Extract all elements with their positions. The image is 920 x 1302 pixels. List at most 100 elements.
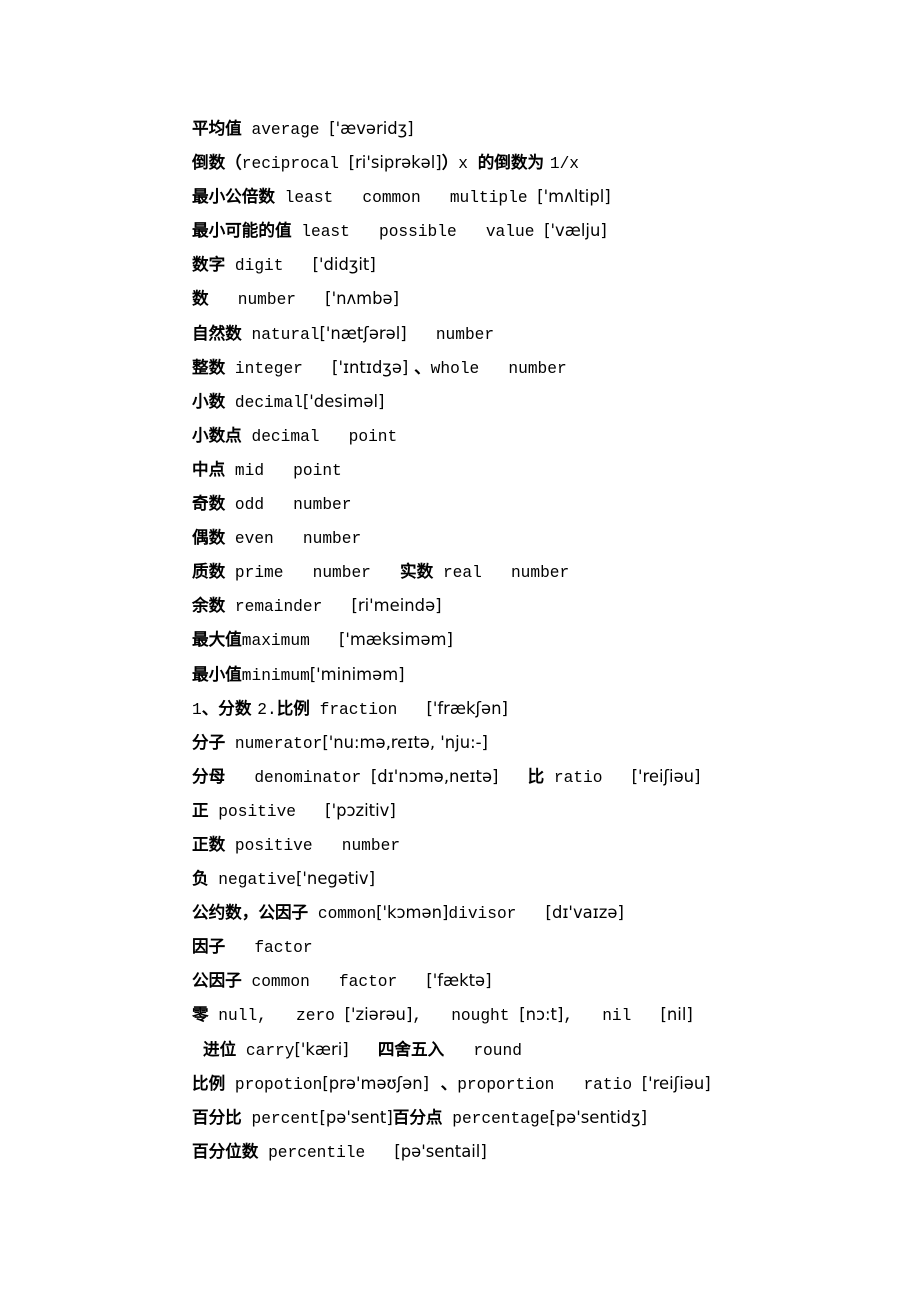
term-english: common xyxy=(308,905,377,924)
term-english: number xyxy=(208,291,326,310)
term-chinese: 数 xyxy=(192,289,209,309)
term-english: remainder xyxy=(225,598,352,617)
term-chinese: 正数 xyxy=(192,834,226,854)
term-english: reciprocal xyxy=(241,155,349,174)
phonetic-transcription: ['ɪntɪdʒə] xyxy=(332,357,409,377)
glossary-entry-integer: 整数 integer ['ɪntɪdʒə] 、whole number xyxy=(192,351,892,385)
term-english: even number xyxy=(225,530,362,549)
term-english: 1 xyxy=(192,700,202,719)
term-english: divisor xyxy=(448,905,546,924)
glossary-entry-prime-real-number: 质数 prime number 实数 real number xyxy=(192,555,892,589)
term-english: integer xyxy=(225,359,333,378)
glossary-entry-zero: 零 null, zero ['ziərəu], nought [nɔ:t], n… xyxy=(192,998,892,1032)
term-chinese: ） xyxy=(441,153,459,173)
term-english: percentile xyxy=(258,1143,395,1162)
glossary-entry-fraction: 1、分数 2.比例 fraction ['frækʃən] xyxy=(192,692,892,726)
term-english: least possible value xyxy=(291,223,545,242)
glossary-entry-denominator-ratio: 分母 denominator [dɪ'nɔmə‚neɪtə] 比 ratio [… xyxy=(192,760,892,794)
glossary-entry-least-common-multiple: 最小公倍数 least common multiple ['mʌltipl] xyxy=(192,180,892,214)
term-english: 2. xyxy=(257,700,277,719)
phonetic-transcription: ['desiməl] xyxy=(302,391,385,411)
phonetic-transcription: [nil] xyxy=(660,1005,693,1025)
term-chinese: 偶数 xyxy=(192,528,226,548)
glossary-entry-odd-number: 奇数 odd number xyxy=(192,487,892,521)
glossary-entry-maximum: 最大值maximum ['mæksiməm] xyxy=(192,623,892,657)
term-english: digit xyxy=(225,257,313,276)
term-chinese: 余数 xyxy=(192,596,226,616)
glossary-entry-decimal-point: 小数点 decimal point xyxy=(192,419,892,453)
term-english: proportion ratio xyxy=(457,1075,642,1094)
term-english: mid point xyxy=(225,461,342,480)
glossary-entry-carry-round: 进位 carry['kæri] 四舍五入 round xyxy=(192,1033,892,1067)
term-chinese: 、 xyxy=(408,357,431,377)
term-chinese: 质数 xyxy=(192,562,226,582)
glossary-entry-remainder: 余数 remainder [ri'meində] xyxy=(192,589,892,623)
phonetic-transcription: ['vælju] xyxy=(544,221,607,241)
term-english xyxy=(498,769,527,787)
term-english: round xyxy=(444,1041,522,1060)
term-english: numerator xyxy=(225,734,323,753)
term-english: natural xyxy=(241,325,320,344)
phonetic-transcription: ['nætʃərəl] xyxy=(319,323,407,343)
glossary-entry-common-divisor: 公约数，公因子 common['kɔmən]divisor [dɪ'vaɪzə] xyxy=(192,896,892,930)
glossary-entry-negative: 负 negative['negətiv] xyxy=(192,862,892,896)
glossary-entry-least-possible-value: 最小可能的值 least possible value ['vælju] xyxy=(192,214,892,248)
glossary-entry-percent-percentage: 百分比 percent[pə'sent]百分点 percentage[pə'se… xyxy=(192,1101,892,1135)
term-english: decimal point xyxy=(241,427,398,446)
glossary-entry-number: 数 number ['nʌmbə] xyxy=(192,282,892,316)
term-english: ratio xyxy=(544,768,632,787)
term-chinese: 最小可能的值 xyxy=(192,221,292,241)
phonetic-transcription: ['nʌmbə] xyxy=(325,289,400,309)
term-chinese: 零 xyxy=(192,1005,209,1025)
phonetic-transcription: ['frækʃən] xyxy=(426,698,508,718)
term-chinese: 、 xyxy=(429,1073,458,1093)
glossary-entry-numerator: 分子 numerator['nu:mə‚reɪtə, 'nju:-] xyxy=(192,726,892,760)
term-chinese: 百分比 xyxy=(192,1107,242,1127)
phonetic-transcription: ['kɔmən] xyxy=(376,903,449,923)
term-chinese: 平均值 xyxy=(192,119,242,138)
term-chinese: 小数 xyxy=(192,391,226,411)
phonetic-transcription: ['pɔzitiv] xyxy=(325,800,396,820)
phonetic-transcription: ['reiʃiəu] xyxy=(641,1073,711,1093)
glossary-entry-positive-number: 正数 positive number xyxy=(192,828,892,862)
term-chinese: 实数 xyxy=(400,562,434,582)
term-english: whole number xyxy=(430,359,567,378)
term-english: percent xyxy=(241,1109,320,1128)
phonetic-transcription: [dɪ'nɔmə‚neɪtə] xyxy=(370,766,499,786)
term-chinese: 最小值 xyxy=(192,664,242,684)
term-english: least common multiple xyxy=(274,189,538,208)
phonetic-transcription: [ri'siprəkəl] xyxy=(348,153,442,173)
phonetic-transcription: [pə'sentidʒ] xyxy=(549,1107,648,1127)
phonetic-transcription: ['nu:mə‚reɪtə, 'nju:-] xyxy=(322,732,488,752)
glossary-entry-natural-number: 自然数 natural['nætʃərəl] number xyxy=(192,317,892,351)
term-english: average xyxy=(241,121,330,139)
term-english: , nil xyxy=(563,1007,661,1026)
phonetic-transcription: ['fæktə] xyxy=(426,971,492,991)
term-english: denominator xyxy=(225,768,371,787)
glossary-entry-proportion: 比例 propotion[prə'məʊʃən] 、proportion rat… xyxy=(192,1067,892,1101)
term-english: carry xyxy=(236,1041,295,1060)
term-chinese: 倒数（ xyxy=(192,153,242,173)
term-english: x xyxy=(458,155,478,174)
term-chinese: 进位 xyxy=(203,1039,237,1059)
term-english: minimum xyxy=(241,666,310,685)
glossary-entry-positive: 正 positive ['pɔzitiv] xyxy=(192,794,892,828)
term-english: odd number xyxy=(225,496,352,515)
phonetic-transcription: [pə'sent] xyxy=(319,1107,393,1127)
term-chinese: 分子 xyxy=(192,732,226,752)
phonetic-transcription: [prə'məʊʃən] xyxy=(322,1073,430,1093)
phonetic-transcription: [pə'sentail] xyxy=(394,1141,487,1161)
term-chinese: 因子 xyxy=(192,937,226,957)
glossary-entry-digit: 数字 digit ['didʒit] xyxy=(192,248,892,282)
term-chinese: 、分数 xyxy=(201,698,258,718)
term-chinese: 小数点 xyxy=(192,425,242,445)
term-english: propotion xyxy=(225,1075,323,1094)
phonetic-transcription: ['ziərəu] xyxy=(344,1005,413,1025)
term-chinese: 负 xyxy=(192,869,209,889)
term-chinese: 百分点 xyxy=(392,1107,443,1127)
phonetic-transcription: [nɔ:t] xyxy=(519,1005,564,1025)
term-chinese: 的倒数为 xyxy=(477,153,550,173)
term-chinese: 中点 xyxy=(192,459,226,479)
term-chinese: 百分位数 xyxy=(192,1141,259,1161)
term-english: , nought xyxy=(412,1007,520,1026)
